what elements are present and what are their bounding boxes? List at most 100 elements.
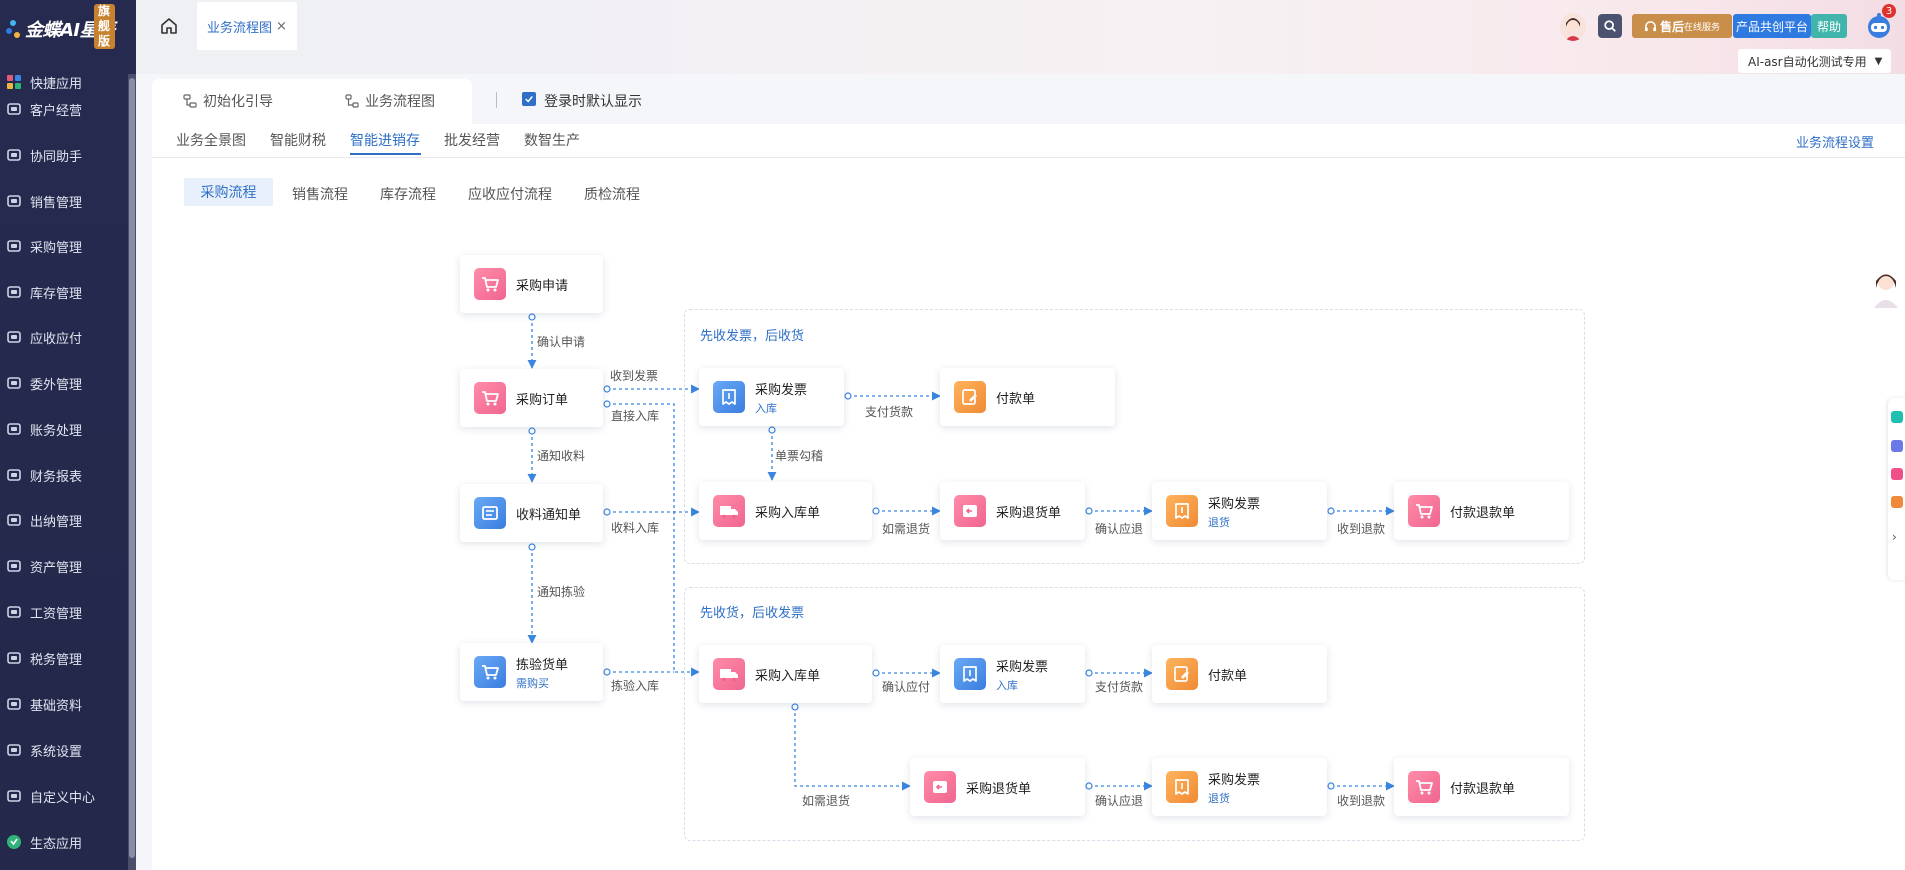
sidebar-item-1[interactable]: 客户经营 — [0, 94, 128, 124]
flow-node-title: 采购入库单 — [755, 505, 821, 521]
notice-icon — [474, 497, 506, 529]
flowtab-inventory[interactable]: 库存流程 — [380, 184, 436, 204]
sidebar-item-15[interactable]: 系统设置 — [0, 735, 128, 765]
subtab-overview[interactable]: 业务全景图 — [176, 130, 246, 150]
flow-node-g2-invoice[interactable]: 采购发票 入库 — [940, 645, 1085, 703]
flow-node-subtitle[interactable]: 入库 — [755, 400, 807, 416]
flow-node-receipt-notice[interactable]: 收料通知单 — [460, 484, 603, 542]
ledger-icon — [6, 421, 22, 437]
cashier-icon — [6, 512, 22, 528]
subtab-wholesale[interactable]: 批发经营 — [444, 130, 500, 150]
flow-node-g1-return[interactable]: 采购退货单 — [940, 482, 1085, 540]
cart-icon — [1408, 771, 1440, 803]
flow-node-g1-return-invoice[interactable]: 采购发票 退货 — [1152, 482, 1327, 540]
chat-icon[interactable] — [1891, 440, 1903, 452]
flow-node-g1-refund[interactable]: 付款退款单 — [1394, 482, 1569, 540]
flow-node-g1-invoice[interactable]: 采购发票 入库 — [699, 368, 844, 426]
flow-node-subtitle[interactable]: 退货 — [1208, 514, 1260, 530]
flow-node-g2-instock[interactable]: 采购入库单 — [699, 645, 872, 703]
sidebar-item-17[interactable]: 生态应用 — [0, 827, 128, 857]
sidebar-item-label: 销售管理 — [30, 195, 83, 211]
side-assistant-avatar[interactable] — [1870, 268, 1902, 308]
flow-node-g2-return[interactable]: 采购退货单 — [910, 758, 1085, 816]
sidebar-item-12[interactable]: 工资管理 — [0, 597, 128, 627]
truck-icon — [713, 495, 745, 527]
sidebar-item-0[interactable]: 快捷应用 — [0, 67, 128, 97]
flow-node-title: 采购入库单 — [755, 668, 821, 684]
edge-label-inspect-instock: 拣验入库 — [611, 679, 660, 693]
flow-node-g1-payment[interactable]: 付款单 — [940, 368, 1115, 426]
after-sales-service-button[interactable]: 售后 在线服务 — [1632, 14, 1732, 38]
tools-icon — [6, 788, 22, 804]
sidebar-item-14[interactable]: 基础资料 — [0, 689, 128, 719]
flowtab-purchase[interactable]: 采购流程 — [184, 178, 273, 206]
flow-node-g1-instock[interactable]: 采购入库单 — [699, 482, 872, 540]
asset-icon — [6, 558, 22, 574]
invoice-icon — [1166, 771, 1198, 803]
calendar-icon[interactable] — [1891, 468, 1903, 480]
edge-label-confirm-refund-1: 确认应退 — [1095, 522, 1144, 536]
flow-node-subtitle[interactable]: 退货 — [1208, 790, 1260, 806]
cart-icon — [474, 268, 506, 300]
sidebar-item-16[interactable]: 自定义中心 — [0, 781, 128, 811]
sidebar-item-5[interactable]: 库存管理 — [0, 277, 128, 307]
flow-node-purchase-order[interactable]: 采购订单 — [460, 369, 603, 427]
edge-label-receive-instock: 收料入库 — [611, 521, 660, 535]
outsource-icon — [6, 375, 22, 391]
flow-node-subtitle[interactable]: 入库 — [996, 677, 1048, 693]
flow-settings-link[interactable]: 业务流程设置 — [1796, 132, 1874, 151]
sidebar-item-13[interactable]: 税务管理 — [0, 643, 128, 673]
flow-node-g2-return-invoice[interactable]: 采购发票 退货 — [1152, 758, 1327, 816]
organization-select[interactable]: AI-asr自动化测试专用 ▼ — [1738, 49, 1891, 73]
user-icon — [6, 101, 22, 117]
flow-node-purchase-request[interactable]: 采购申请 — [460, 255, 603, 313]
cart-icon — [1408, 495, 1440, 527]
sidebar-item-4[interactable]: 采购管理 — [0, 231, 128, 261]
search-button[interactable] — [1598, 14, 1622, 38]
edge-label-invoice-match: 单票勾稽 — [775, 449, 824, 463]
layers-icon — [6, 696, 22, 712]
sidebar-item-9[interactable]: 财务报表 — [0, 460, 128, 490]
login-default-checkbox[interactable] — [522, 92, 536, 106]
edge-label-direct-instock: 直接入库 — [611, 409, 660, 423]
question-icon[interactable] — [1891, 411, 1903, 423]
flowtab-quality[interactable]: 质检流程 — [584, 184, 640, 204]
grid-apps-icon — [6, 74, 22, 90]
chevron-right-icon[interactable]: › — [1892, 530, 1897, 544]
tab-init-guide[interactable]: 初始化引导 — [183, 91, 273, 111]
login-default-label[interactable]: 登录时默认显示 — [544, 91, 642, 111]
assistant-avatar[interactable] — [1560, 13, 1586, 41]
tab-business-flow[interactable]: 业务流程图 — [345, 91, 435, 111]
subtab-production[interactable]: 数智生产 — [524, 130, 580, 150]
flowtab-receivable-payable[interactable]: 应收应付流程 — [468, 184, 552, 204]
home-icon[interactable] — [160, 17, 178, 35]
subtab-smart-tax[interactable]: 智能财税 — [270, 130, 326, 150]
sidebar-item-label: 财务报表 — [30, 469, 83, 485]
sidebar-item-2[interactable]: 协同助手 — [0, 140, 128, 170]
sidebar-item-3[interactable]: 销售管理 — [0, 186, 128, 216]
product-cocreation-button[interactable]: 产品共创平台 — [1733, 14, 1811, 38]
invoice-icon — [1166, 495, 1198, 527]
subtab-smart-inventory[interactable]: 智能进销存 — [350, 130, 420, 150]
sidebar-scroll-thumb[interactable] — [129, 78, 135, 858]
sidebar-item-10[interactable]: 出纳管理 — [0, 505, 128, 535]
flow-node-subtitle[interactable]: 需购买 — [516, 675, 568, 691]
close-icon[interactable]: × — [276, 19, 287, 34]
sidebar-item-6[interactable]: 应收应付 — [0, 322, 128, 352]
sidebar-item-7[interactable]: 委外管理 — [0, 368, 128, 398]
flowtab-sales[interactable]: 销售流程 — [292, 184, 348, 204]
flow-node-title: 采购发票 — [1208, 772, 1261, 788]
flow-node-inspection-order[interactable]: 拣验货单 需购买 — [460, 643, 603, 701]
sidebar-item-label: 客户经营 — [30, 103, 83, 119]
flow-node-g2-refund[interactable]: 付款退款单 — [1394, 758, 1569, 816]
logo[interactable]: 金蝶AI星辰 旗舰版 — [6, 4, 115, 49]
flow-node-text: 采购入库单 — [755, 665, 820, 684]
sidebar-item-11[interactable]: 资产管理 — [0, 551, 128, 581]
edge-label-notify-receive: 通知收料 — [537, 449, 586, 463]
sidebar-item-8[interactable]: 账务处理 — [0, 414, 128, 444]
report-icon — [6, 467, 22, 483]
help-button[interactable]: 帮助 — [1811, 14, 1847, 38]
open-tab-business-flow[interactable]: 业务流程图 × — [197, 2, 297, 50]
flow-node-g2-payment[interactable]: 付款单 — [1152, 645, 1327, 703]
gift-icon[interactable] — [1891, 496, 1903, 508]
